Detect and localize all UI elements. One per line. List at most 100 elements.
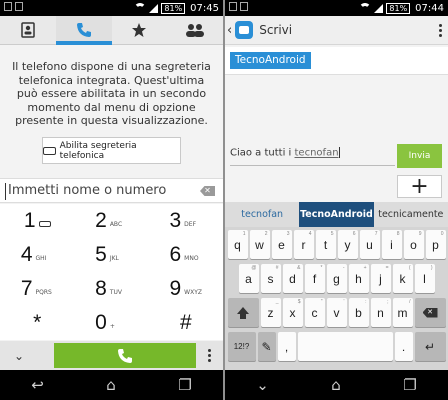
recipient-chip[interactable]: TecnoAndroid: [230, 52, 311, 69]
key-b[interactable]: :b: [348, 298, 369, 327]
system-nav-bar: ↩ ⌂ ❐: [0, 370, 223, 400]
key-label: n: [377, 305, 384, 320]
key-g[interactable]: -g: [326, 264, 347, 293]
tab-contacts[interactable]: [0, 16, 56, 44]
attach-button[interactable]: +: [397, 175, 442, 198]
keyboard-row: @ a # s & d * f - g + h = j(k) l: [227, 264, 446, 294]
dial-key-letters: +: [109, 322, 115, 330]
back-icon[interactable]: ↩: [31, 376, 44, 394]
key-label: j: [379, 271, 382, 286]
tab-phone[interactable]: [55, 16, 112, 45]
key-j[interactable]: = j: [370, 264, 391, 293]
dial-key-digit: 8: [95, 277, 107, 300]
key-hint: 4: [308, 231, 312, 237]
clock: 07:44: [415, 2, 444, 14]
space-key[interactable]: [297, 332, 393, 361]
key-hint: 0: [440, 231, 444, 237]
contact-card-icon: [21, 22, 35, 38]
hide-keyboard-icon[interactable]: ⌄: [256, 376, 269, 394]
dial-key-digit: 1: [23, 209, 36, 232]
tab-groups[interactable]: [167, 16, 223, 44]
key-k[interactable]: (k: [392, 264, 413, 293]
overflow-menu-icon[interactable]: [436, 24, 444, 37]
key-v[interactable]: ' v: [326, 298, 347, 327]
key-t[interactable]: 5t: [315, 230, 336, 259]
magic-wand-icon: ✎: [261, 339, 272, 354]
dial-key-0[interactable]: 0 +: [74, 306, 148, 340]
dial-key-1[interactable]: 1: [0, 204, 74, 238]
key-c[interactable]: " c: [304, 298, 325, 327]
overflow-menu-icon[interactable]: [196, 349, 223, 362]
key-label: c: [311, 305, 318, 320]
plus-icon: +: [410, 173, 429, 199]
dial-key-2[interactable]: 2 ABC: [74, 204, 148, 238]
settings-key[interactable]: ✎: [257, 332, 276, 361]
key-z[interactable]: _ z: [260, 298, 281, 327]
key-a[interactable]: @ a: [238, 264, 259, 293]
key-d[interactable]: & d: [282, 264, 303, 293]
enter-key[interactable]: ↵: [414, 332, 446, 361]
home-icon[interactable]: ⌂: [106, 376, 116, 394]
dial-key-star[interactable]: *: [0, 306, 74, 340]
key-r[interactable]: 4r: [293, 230, 314, 259]
key-y[interactable]: 6y: [337, 230, 358, 259]
recent-apps-icon[interactable]: ❐: [403, 376, 416, 394]
dial-key-7[interactable]: 7 PQRS: [0, 272, 74, 306]
key-hint: /: [409, 299, 411, 305]
shift-key[interactable]: [227, 298, 259, 327]
key-m[interactable]: / m: [392, 298, 413, 327]
key-f[interactable]: * f: [304, 264, 325, 293]
key-w[interactable]: 2w: [249, 230, 270, 259]
dial-key-9[interactable]: 9 WXYZ: [149, 272, 223, 306]
dial-key-4[interactable]: 4 GHI: [0, 238, 74, 272]
key-n[interactable]: ; n: [370, 298, 391, 327]
send-button[interactable]: Invia: [397, 144, 442, 168]
enable-voicemail-button[interactable]: Abilita segreteria telefonica: [42, 137, 181, 164]
back-arrow-icon[interactable]: ‹: [227, 23, 232, 38]
chevron-down-icon[interactable]: ⌄: [0, 349, 38, 363]
key-p[interactable]: 0p: [425, 230, 446, 259]
home-icon[interactable]: ⌂: [331, 376, 341, 394]
number-input[interactable]: Immetti nome o numero ✕: [0, 178, 223, 203]
recipient-field[interactable]: TecnoAndroid ,: [225, 47, 448, 75]
key-q[interactable]: 1q: [227, 230, 248, 259]
key-l[interactable]: ) l: [414, 264, 435, 293]
key-hint: 6: [352, 231, 356, 237]
backspace-icon[interactable]: ✕: [200, 186, 215, 196]
key-o[interactable]: 9o: [403, 230, 424, 259]
key-e[interactable]: 3e: [271, 230, 292, 259]
key-u[interactable]: 7u: [359, 230, 380, 259]
numbers-key[interactable]: 12!?: [227, 332, 256, 361]
call-button[interactable]: [54, 343, 196, 368]
battery-level: 81%: [161, 2, 186, 14]
people-icon: [186, 24, 205, 37]
key-label: p: [432, 237, 439, 252]
backspace-icon: ✕: [422, 307, 438, 318]
key-hint: @: [251, 265, 257, 271]
key-label: z: [267, 305, 274, 320]
recent-apps-icon[interactable]: ❐: [178, 376, 191, 394]
dial-key-hash[interactable]: #: [149, 306, 223, 340]
messaging-app-icon[interactable]: [235, 21, 254, 39]
key-i[interactable]: 8i: [381, 230, 402, 259]
message-input[interactable]: Ciao a tutti i tecnofan: [230, 144, 395, 166]
key-x[interactable]: $ x: [282, 298, 303, 327]
comma-key[interactable]: ,: [277, 332, 296, 361]
suggestion-item[interactable]: tecnofan: [225, 202, 299, 227]
dial-key-8[interactable]: 8 TUV: [74, 272, 148, 306]
period-key[interactable]: .: [394, 332, 413, 361]
compose-screen: 81% 07:44 ‹ Scrivi TecnoAndroid , Ciao a…: [225, 0, 448, 400]
suggestion-item-selected[interactable]: TecnoAndroid: [299, 202, 374, 227]
dial-key-3[interactable]: 3 DEF: [149, 204, 223, 238]
key-label: r: [301, 237, 306, 252]
voicemail-info-text: Il telefono dispone di una segreteria te…: [12, 60, 211, 128]
tab-favorites[interactable]: [112, 16, 168, 44]
key-label: g: [333, 271, 340, 286]
key-s[interactable]: # s: [260, 264, 281, 293]
dial-key-letters: TUV: [109, 288, 122, 296]
backspace-key[interactable]: ✕: [414, 298, 446, 327]
key-h[interactable]: + h: [348, 264, 369, 293]
suggestion-item[interactable]: tecnicamente: [374, 202, 448, 227]
dial-key-5[interactable]: 5 JKL: [74, 238, 148, 272]
dial-key-6[interactable]: 6 MNO: [149, 238, 223, 272]
